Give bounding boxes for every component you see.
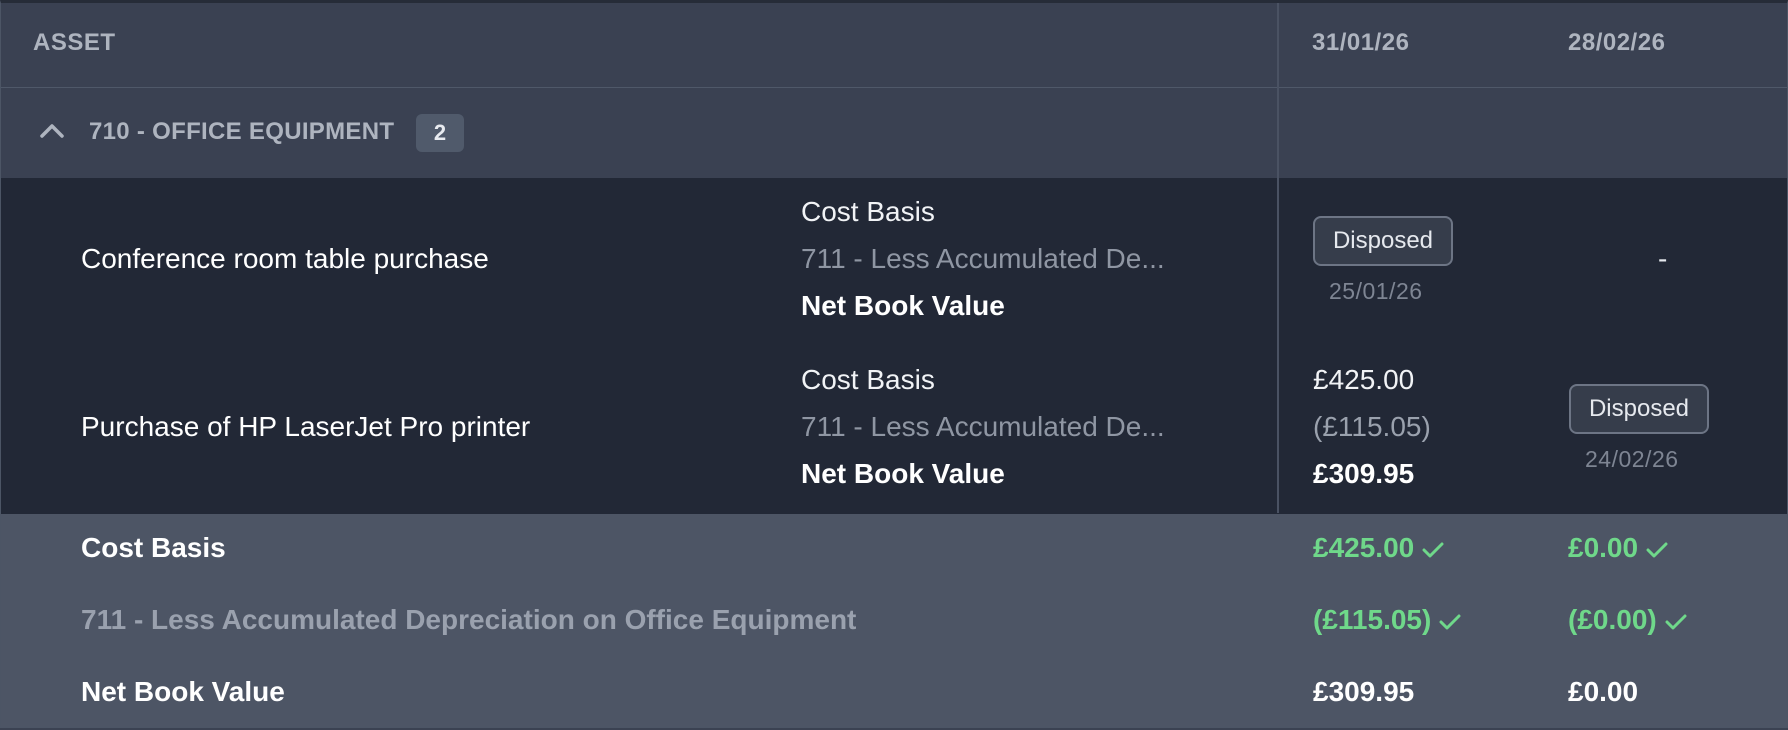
summary-depreciation-label: 711 - Less Accumulated Depreciation on O… <box>81 604 857 635</box>
check-icon <box>1439 614 1461 630</box>
summary-cost-col2: £0.00 <box>1568 532 1668 564</box>
column-divider <box>1277 3 1279 513</box>
column-header-date-1[interactable]: 31/01/26 <box>1312 29 1409 57</box>
cost-basis-label: Cost Basis <box>801 196 935 227</box>
summary-dep-col1: (£115.05) <box>1313 604 1461 636</box>
check-icon <box>1422 542 1444 558</box>
disposal-date: 25/01/26 <box>1329 278 1423 304</box>
column-header-asset: ASSET <box>33 29 116 56</box>
disposed-badge[interactable]: Disposed <box>1569 384 1709 434</box>
summary-cost-basis-label: Cost Basis <box>81 532 226 563</box>
net-book-value: £309.95 <box>1313 458 1415 489</box>
check-icon <box>1646 542 1668 558</box>
asset-register-table: ASSET 31/01/26 28/02/26 710 - OFFICE EQU… <box>0 0 1788 728</box>
summary-value: £0.00 <box>1568 532 1639 563</box>
asset-rows: Conference room table purchase Cost Basi… <box>1 178 1787 514</box>
chevron-up-icon[interactable] <box>39 121 65 139</box>
summary-value: (£0.00) <box>1568 604 1657 635</box>
summary-value: (£115.05) <box>1313 604 1432 635</box>
depreciation-value: (£115.05) <box>1313 411 1431 442</box>
depreciation-label: 711 - Less Accumulated De... <box>801 243 1165 274</box>
summary-nbv-col1: £309.95 <box>1313 676 1415 707</box>
count-badge: 2 <box>416 114 464 152</box>
cost-basis-label: Cost Basis <box>801 364 935 395</box>
empty-value: - <box>1658 243 1668 274</box>
summary-dep-col2: (£0.00) <box>1568 604 1687 636</box>
check-icon <box>1665 614 1687 630</box>
summary-net-book-value-label: Net Book Value <box>81 676 285 707</box>
asset-name[interactable]: Purchase of HP LaserJet Pro printer <box>81 411 530 443</box>
net-book-value-label: Net Book Value <box>801 290 1005 321</box>
net-book-value-label: Net Book Value <box>801 458 1005 489</box>
depreciation-label: 711 - Less Accumulated De... <box>801 411 1165 442</box>
table-header: ASSET 31/01/26 28/02/26 <box>1 3 1787 88</box>
disposal-date: 24/02/26 <box>1585 446 1679 472</box>
summary-nbv-col2: £0.00 <box>1568 676 1639 707</box>
asset-name[interactable]: Conference room table purchase <box>81 243 489 275</box>
summary-section: Cost Basis 711 - Less Accumulated Deprec… <box>1 514 1787 727</box>
group-title: 710 - OFFICE EQUIPMENT <box>89 118 395 145</box>
account-group-row[interactable]: 710 - OFFICE EQUIPMENT 2 <box>1 88 1787 178</box>
summary-cost-col1: £425.00 <box>1313 532 1444 564</box>
cost-basis-value: £425.00 <box>1313 364 1415 395</box>
column-header-date-2[interactable]: 28/02/26 <box>1568 29 1665 57</box>
disposed-badge[interactable]: Disposed <box>1313 216 1453 266</box>
summary-value: £425.00 <box>1313 532 1415 563</box>
